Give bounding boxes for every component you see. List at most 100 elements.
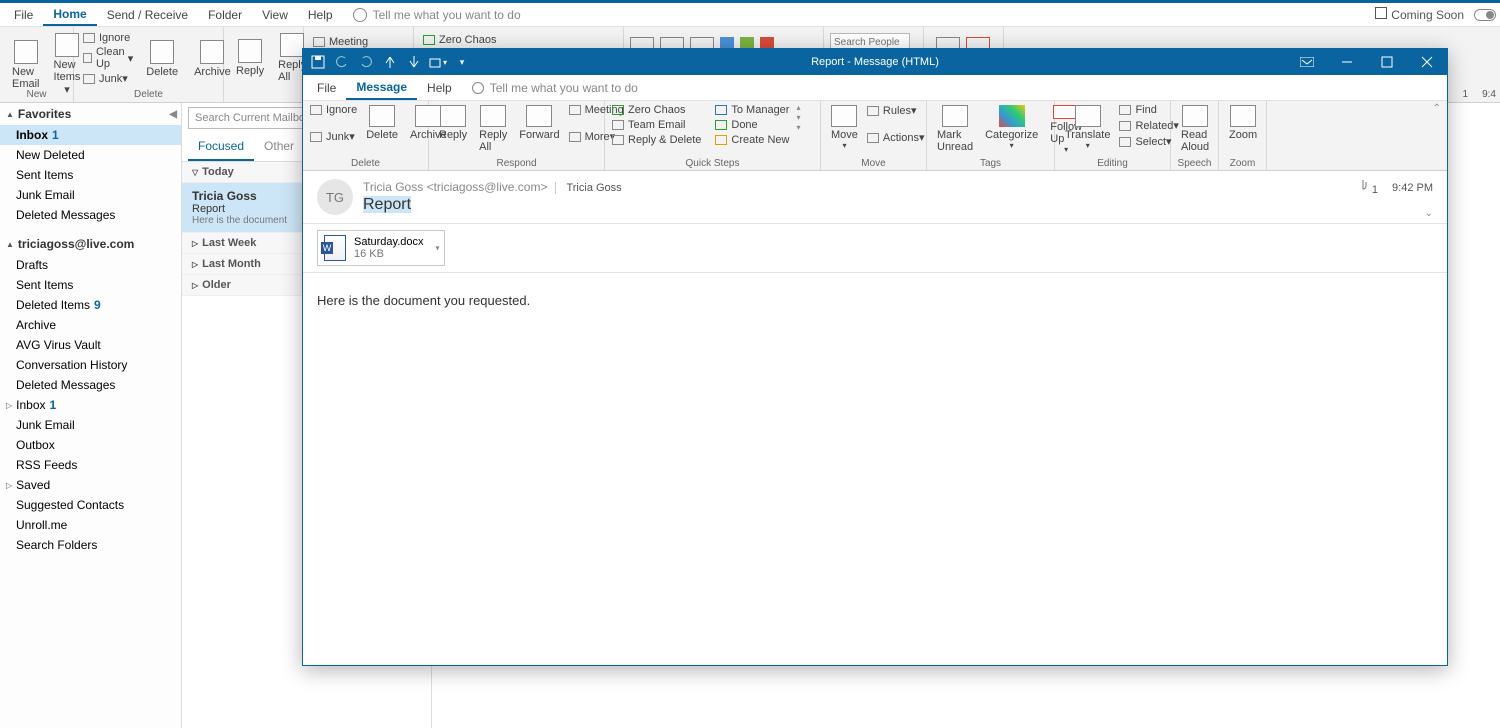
nav-inbox-fav[interactable]: Inbox1 [0, 125, 181, 145]
nav-search-folders[interactable]: Search Folders [0, 535, 181, 555]
categorize-button[interactable]: Categorize▾ [979, 103, 1044, 156]
read-aloud-button[interactable]: Read Aloud [1175, 103, 1215, 156]
mark-unread-button[interactable]: Mark Unread [931, 103, 979, 156]
tab-file[interactable]: File [4, 5, 43, 25]
rules-button[interactable]: Rules ▾ [864, 103, 928, 118]
collapse-nav-icon[interactable]: ◀ [169, 109, 177, 120]
subject-line: Report [363, 196, 622, 214]
qs-team[interactable]: Team Email [609, 118, 704, 132]
qat-move[interactable]: ▾ [427, 52, 449, 72]
junk-button[interactable]: Junk ▾ [80, 71, 136, 86]
titlebar: ▾ ▾ Report - Message (HTML) [303, 49, 1447, 75]
actions-button[interactable]: Actions ▾ [864, 130, 928, 145]
group-label: Editing [1055, 158, 1170, 169]
nav-deleted-msgs-fav[interactable]: Deleted Messages [0, 205, 181, 225]
nav-new-deleted[interactable]: New Deleted [0, 145, 181, 165]
reply-icon [440, 105, 466, 127]
cleanup-button[interactable]: Clean Up ▾ [80, 45, 136, 71]
tab-view[interactable]: View [252, 5, 298, 25]
junk-icon [83, 74, 95, 84]
qat-customize[interactable]: ▾ [451, 52, 473, 72]
avatar: TG [317, 179, 353, 215]
collapse-ribbon-icon[interactable]: ⌃ [1433, 103, 1441, 114]
coming-soon-toggle[interactable] [1474, 9, 1496, 21]
minimize-button[interactable] [1327, 49, 1367, 75]
account-header[interactable]: ▲triciagoss@live.com [0, 233, 181, 255]
nav-rss[interactable]: RSS Feeds [0, 455, 181, 475]
msg-tab-message[interactable]: Message [346, 76, 417, 100]
tab-home[interactable]: Home [43, 4, 96, 26]
msg-reply[interactable]: Reply [433, 103, 473, 156]
maximize-button[interactable] [1367, 49, 1407, 75]
delete-button[interactable]: Delete [140, 38, 184, 80]
search-icon [1119, 105, 1131, 115]
ribbon-options-button[interactable] [1287, 49, 1327, 75]
tellme-search[interactable]: Tell me what you want to do [353, 8, 521, 22]
qs-zero[interactable]: Zero Chaos [609, 103, 704, 117]
nav-junk-fav[interactable]: Junk Email [0, 185, 181, 205]
translate-button[interactable]: Translate▾ [1059, 103, 1116, 156]
msg-ignore[interactable]: Ignore [307, 103, 360, 117]
qs-up[interactable]: ▴ [796, 103, 800, 112]
qs-done[interactable]: Done [712, 118, 792, 132]
nav-avg[interactable]: AVG Virus Vault [0, 335, 181, 355]
nav-sent-fav[interactable]: Sent Items [0, 165, 181, 185]
zoom-button[interactable]: Zoom [1223, 103, 1263, 156]
msg-tellme[interactable]: Tell me what you want to do [472, 81, 638, 95]
tab-focused[interactable]: Focused [188, 133, 254, 161]
reply-button-main[interactable]: Reply [230, 37, 270, 79]
msg-forward[interactable]: Forward [513, 103, 565, 156]
cursor-icon [1119, 137, 1131, 147]
qat-save[interactable] [307, 52, 329, 72]
msg-delete[interactable]: Delete [360, 103, 404, 156]
qs-reply-delete[interactable]: Reply & Delete [609, 133, 704, 147]
expand-header-button[interactable]: ⌄ [1425, 208, 1433, 219]
ignore-button[interactable]: Ignore [80, 31, 136, 45]
close-button[interactable] [1407, 49, 1447, 75]
qat-next[interactable] [403, 52, 425, 72]
nav-outbox[interactable]: Outbox [0, 435, 181, 455]
nav-conv-history[interactable]: Conversation History [0, 355, 181, 375]
qs-down[interactable]: ▾ [796, 113, 800, 122]
message-body: Here is the document you requested. [303, 273, 1447, 665]
msg-reply-all[interactable]: Reply All [473, 103, 513, 156]
tab-other[interactable]: Other [254, 133, 304, 161]
qat-prev[interactable] [379, 52, 401, 72]
tab-send-receive[interactable]: Send / Receive [97, 5, 198, 25]
favorites-header[interactable]: ▲Favorites◀ [0, 103, 181, 125]
nav-inbox[interactable]: ▷Inbox1 [0, 395, 181, 415]
group-label: Move [821, 158, 926, 169]
nav-drafts[interactable]: Drafts [0, 255, 181, 275]
qat-redo[interactable] [355, 52, 377, 72]
nav-deleted-items[interactable]: Deleted Items9 [0, 295, 181, 315]
qs-expand[interactable]: ▾ [796, 123, 800, 132]
related-icon [1119, 121, 1131, 131]
redo-icon [359, 55, 373, 69]
tab-folder[interactable]: Folder [198, 5, 252, 25]
move-button[interactable]: Move▾ [825, 103, 864, 156]
attachment-dropdown-icon[interactable]: ▾ [436, 244, 440, 253]
qs-manager[interactable]: To Manager [712, 103, 792, 117]
folder-icon [831, 105, 857, 127]
status-count: 1 [1463, 89, 1469, 100]
tab-help[interactable]: Help [298, 5, 343, 25]
qat-undo[interactable] [331, 52, 353, 72]
ignore-icon [83, 33, 95, 43]
msg-junk[interactable]: Junk ▾ [307, 129, 360, 144]
nav-deleted-messages[interactable]: Deleted Messages [0, 375, 181, 395]
meeting-button-main[interactable]: Meeting [310, 35, 407, 49]
qs-create[interactable]: Create New [712, 133, 792, 147]
nav-saved[interactable]: ▷Saved [0, 475, 181, 495]
msg-tab-file[interactable]: File [307, 77, 346, 99]
nav-unroll[interactable]: Unroll.me [0, 515, 181, 535]
qs-zero-main[interactable]: Zero Chaos [420, 33, 617, 47]
attachment-item[interactable]: Saturday.docx 16 KB ▾ [317, 230, 445, 266]
msg-tab-help[interactable]: Help [417, 77, 462, 99]
nav-suggested[interactable]: Suggested Contacts [0, 495, 181, 515]
new-email-button[interactable]: New Email [6, 38, 46, 92]
nav-archive[interactable]: Archive [0, 315, 181, 335]
translate-icon [1075, 105, 1101, 127]
nav-sent[interactable]: Sent Items [0, 275, 181, 295]
main-menubar: File Home Send / Receive Folder View Hel… [0, 3, 1500, 27]
nav-junk[interactable]: Junk Email [0, 415, 181, 435]
